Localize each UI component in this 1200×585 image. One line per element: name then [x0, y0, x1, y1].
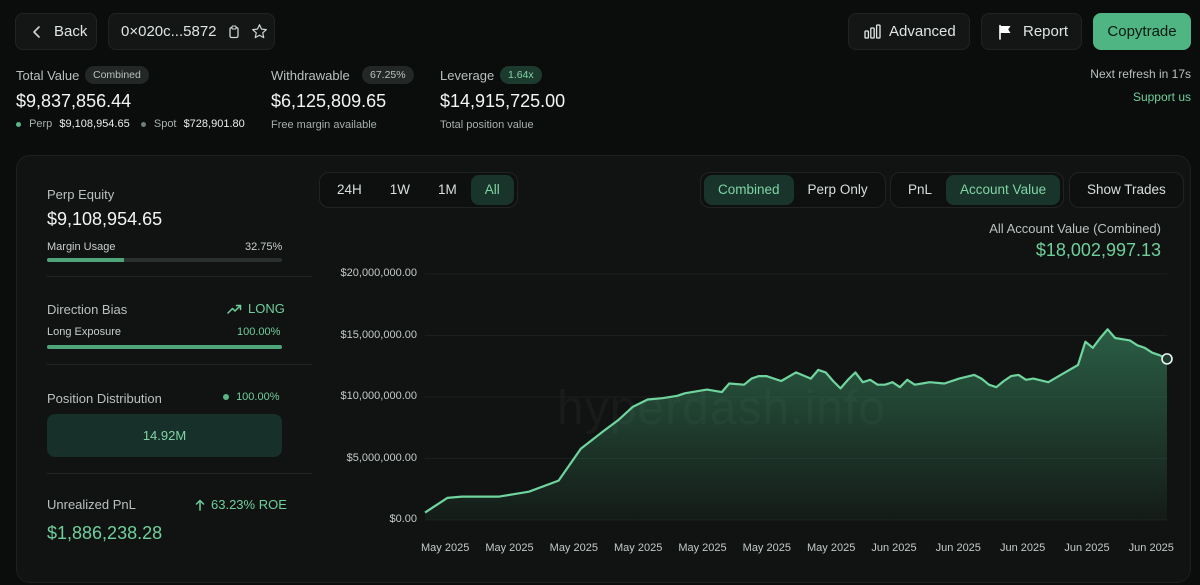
report-button[interactable]: Report [981, 13, 1082, 50]
wallet-address: 0×020c...5872 [121, 23, 217, 40]
y-tick-label: $10,000,000.00 [340, 390, 417, 402]
x-tick-label: May 2025 [421, 542, 470, 554]
address-chip: 0×020c...5872 [108, 13, 275, 50]
account-panel: Perp Equity $9,108,954.65 Margin Usage 3… [16, 155, 1191, 583]
y-tick-label: $20,000,000.00 [340, 267, 417, 279]
x-tick-label: May 2025 [742, 542, 791, 554]
next-refresh: Next refresh in 17s [1090, 67, 1191, 81]
withdrawable-badge: 67.25% [362, 66, 414, 84]
x-tick-label: Jun 2025 [935, 542, 981, 554]
y-tick-label: $0.00 [389, 513, 417, 525]
x-tick-label: Jun 2025 [1000, 542, 1046, 554]
latest-point[interactable] [1161, 353, 1173, 365]
withdrawable-value: $6,125,809.65 [271, 91, 387, 111]
total-value: $9,837,856.44 [16, 91, 132, 111]
star-icon[interactable] [251, 23, 268, 40]
perp-value: $9,108,954.65 [59, 118, 130, 130]
withdrawable-sub: Free margin available [271, 119, 377, 131]
chevron-left-icon [33, 25, 40, 38]
flag-icon [999, 24, 1011, 40]
advanced-label: Advanced [889, 23, 956, 40]
perp-spot-breakdown: Perp $9,108,954.65 Spot $728,901.80 [16, 118, 245, 130]
total-value-label: Total Value [16, 68, 80, 83]
copytrade-button[interactable]: Copytrade [1093, 13, 1191, 50]
bar-chart-icon [864, 24, 881, 39]
x-tick-label: May 2025 [807, 542, 856, 554]
x-tick-label: Jun 2025 [1064, 542, 1110, 554]
report-label: Report [1023, 23, 1069, 40]
spot-dot [140, 121, 146, 127]
leverage-label: Leverage [440, 68, 495, 83]
x-tick-label: Jun 2025 [871, 542, 917, 554]
x-tick-label: May 2025 [485, 542, 534, 554]
back-label: Back [54, 23, 88, 40]
copy-icon[interactable] [227, 24, 241, 39]
y-tick-label: $5,000,000.00 [346, 451, 417, 464]
x-tick-label: May 2025 [614, 542, 663, 554]
leverage-badge: 1.64x [500, 66, 542, 84]
account-value-chart[interactable] [17, 156, 1191, 583]
y-tick-label: $15,000,000.00 [340, 328, 417, 341]
x-tick-label: May 2025 [678, 542, 727, 554]
account-value-area [425, 329, 1167, 520]
leverage-sub: Total position value [440, 119, 534, 131]
combined-badge: Combined [85, 66, 149, 84]
perp-dot [16, 121, 21, 127]
withdrawable-label: Withdrawable [271, 68, 350, 83]
advanced-button[interactable]: Advanced [848, 13, 970, 50]
copytrade-label: Copytrade [1107, 23, 1177, 40]
x-tick-label: Jun 2025 [1128, 542, 1174, 554]
spot-label: Spot [153, 118, 177, 130]
spot-value: $728,901.80 [183, 118, 245, 130]
support-link[interactable]: Support us [1133, 90, 1191, 104]
x-tick-label: May 2025 [549, 542, 598, 554]
back-button[interactable]: Back [15, 13, 97, 50]
leverage-value: $14,915,725.00 [440, 91, 566, 111]
perp-label: Perp [29, 118, 53, 130]
